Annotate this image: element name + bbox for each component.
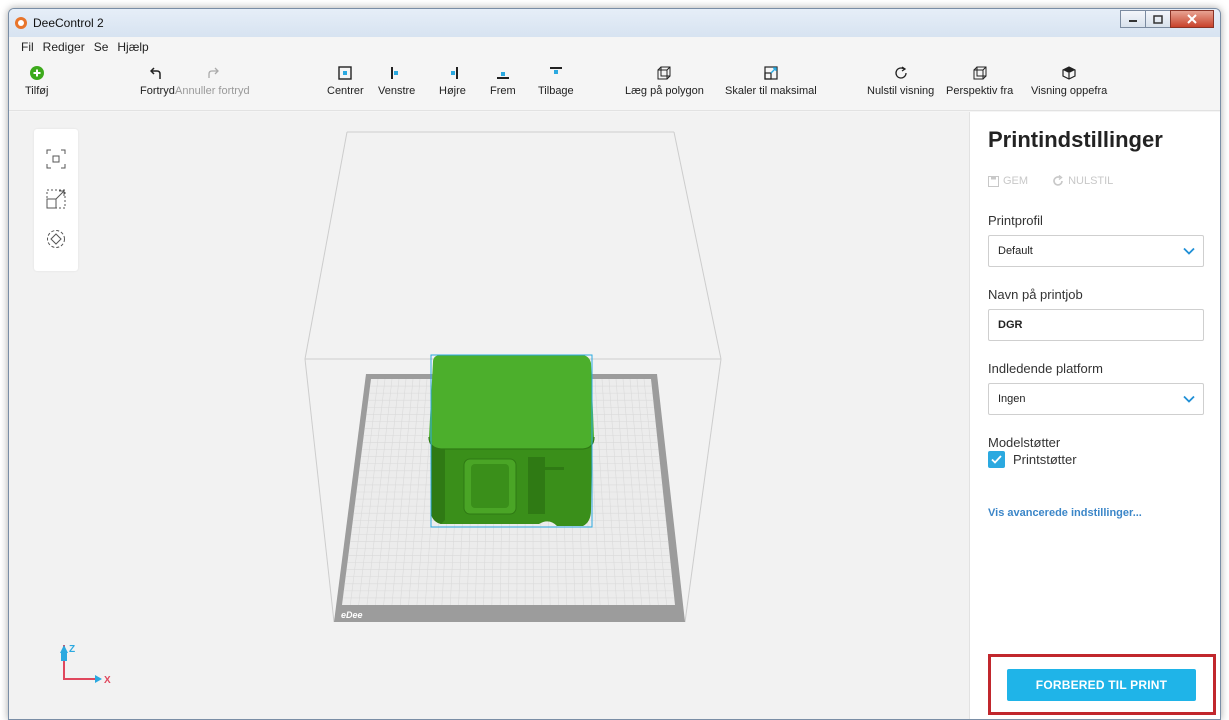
align-back-icon (548, 65, 564, 81)
refresh-icon (893, 65, 909, 81)
title-bar: DeeControl 2 (9, 9, 1220, 37)
reset-label: NULSTIL (1068, 175, 1114, 187)
panel-title: Printindstillinger (988, 127, 1163, 152)
minimize-icon (1129, 20, 1137, 22)
x-axis-label: X (104, 675, 111, 686)
reset-profile-button[interactable]: NULSTIL (1052, 175, 1125, 187)
scale-tool-button[interactable] (44, 187, 68, 211)
add-button[interactable]: Tilføj (25, 65, 48, 97)
right-label: Højre (439, 85, 466, 97)
chevron-down-icon (1183, 247, 1195, 255)
left-label: Venstre (378, 85, 416, 97)
toolbar: Tilføj Fortryd Annuller fortryd Centrer … (9, 57, 1220, 111)
axis-indicator (60, 645, 102, 683)
advanced-settings-link[interactable]: Vis avancerede indstillinger... (988, 507, 1142, 519)
3d-model (428, 354, 595, 528)
fit-view-button[interactable] (44, 147, 68, 171)
right-button[interactable]: Højre (439, 65, 466, 97)
scene-canvas: eDee Z X (60, 131, 722, 686)
rotate-tool-button[interactable] (44, 227, 68, 251)
maximize-button[interactable] (1145, 10, 1171, 28)
reset-view-label: Nulstil visning (867, 85, 935, 97)
menu-file[interactable]: Fil (21, 40, 34, 54)
supports-checkbox-label: Printstøtter (1013, 452, 1077, 467)
save-icon (988, 175, 999, 187)
jobname-label: Navn på printjob (988, 287, 1083, 302)
view-tools-panel (34, 129, 78, 271)
center-button[interactable]: Centrer (327, 65, 364, 97)
profile-select[interactable]: Default (988, 235, 1204, 267)
window-title: DeeControl 2 (33, 16, 104, 30)
reset-view-button[interactable]: Nulstil visning (867, 65, 934, 97)
lay-flat-button[interactable]: Læg på polygon (625, 65, 704, 97)
3d-viewport[interactable]: eDee Z X (9, 112, 969, 719)
front-label: Frem (490, 85, 516, 97)
scale-max-label: Skaler til maksimal (725, 85, 817, 97)
save-label: GEM (1003, 175, 1029, 187)
center-label: Centrer (327, 85, 364, 97)
print-settings-panel: Printindstillinger GEM NULSTIL Printprof… (969, 112, 1220, 719)
rotate-icon (47, 230, 65, 248)
menu-bar: Fil Rediger Se Hjælp (9, 37, 1220, 57)
reset-icon (1053, 175, 1063, 186)
platform-value: Ingen (998, 393, 1026, 405)
scale-max-button[interactable]: Skaler til maksimal (725, 65, 817, 97)
window-controls (1120, 10, 1214, 28)
z-axis-label: Z (69, 644, 75, 655)
back-button[interactable]: Tilbage (538, 65, 574, 97)
menu-edit[interactable]: Rediger (43, 40, 85, 54)
close-button[interactable] (1170, 10, 1214, 28)
undo-button[interactable]: Fortryd (140, 65, 175, 97)
perspective-label: Perspektiv fra (946, 85, 1014, 97)
checkmark-icon (991, 455, 1002, 464)
top-view-label: Visning oppefra (1031, 85, 1108, 97)
profile-label: Printprofil (988, 213, 1043, 228)
undo-label: Fortryd (140, 85, 175, 97)
app-window: DeeControl 2 Fil Rediger Se Hjælp Tilføj (8, 8, 1221, 720)
align-right-icon (444, 65, 460, 81)
save-profile-button[interactable]: GEM (988, 175, 1040, 187)
perspective-button[interactable]: Perspektiv fra (946, 65, 1013, 97)
menu-view[interactable]: Se (94, 40, 109, 54)
supports-checkbox[interactable] (988, 451, 1005, 468)
platform-select[interactable]: Ingen (988, 383, 1204, 415)
platform-label: Indledende platform (988, 361, 1103, 376)
redo-icon (204, 65, 220, 81)
redo-label: Annuller fortryd (175, 85, 250, 97)
align-left-icon (389, 65, 405, 81)
front-button[interactable]: Frem (490, 65, 516, 97)
supports-checkbox-row[interactable]: Printstøtter (988, 451, 1077, 468)
undo-icon (149, 65, 165, 81)
profile-actions: GEM NULSTIL (988, 175, 1137, 187)
lay-flat-icon (656, 65, 672, 81)
top-view-cube-icon (1061, 65, 1077, 81)
maximize-icon (1153, 14, 1163, 24)
close-icon (1187, 14, 1197, 24)
prepare-print-button[interactable]: FORBERED TIL PRINT (1007, 669, 1196, 701)
profile-value: Default (998, 245, 1033, 257)
add-icon (29, 65, 45, 81)
fit-to-view-icon (46, 149, 66, 169)
perspective-cube-icon (972, 65, 988, 81)
lay-flat-label: Læg på polygon (625, 85, 704, 97)
left-button[interactable]: Venstre (378, 65, 415, 97)
app-logo-icon (15, 17, 27, 29)
chevron-down-icon (1183, 395, 1195, 403)
back-label: Tilbage (538, 85, 574, 97)
scale-max-icon (763, 65, 779, 81)
jobname-input[interactable] (988, 309, 1204, 341)
add-label: Tilføj (25, 85, 49, 97)
menu-help[interactable]: Hjælp (117, 40, 148, 54)
align-center-icon (337, 65, 353, 81)
align-front-icon (495, 65, 511, 81)
minimize-button[interactable] (1120, 10, 1146, 28)
redo-button[interactable]: Annuller fortryd (175, 65, 250, 97)
top-view-button[interactable]: Visning oppefra (1031, 65, 1107, 97)
scale-icon (46, 189, 66, 209)
prepare-highlight-frame: FORBERED TIL PRINT (988, 654, 1216, 715)
bed-brand-label: eDee (341, 610, 363, 620)
supports-label: Modelstøtter (988, 435, 1061, 450)
